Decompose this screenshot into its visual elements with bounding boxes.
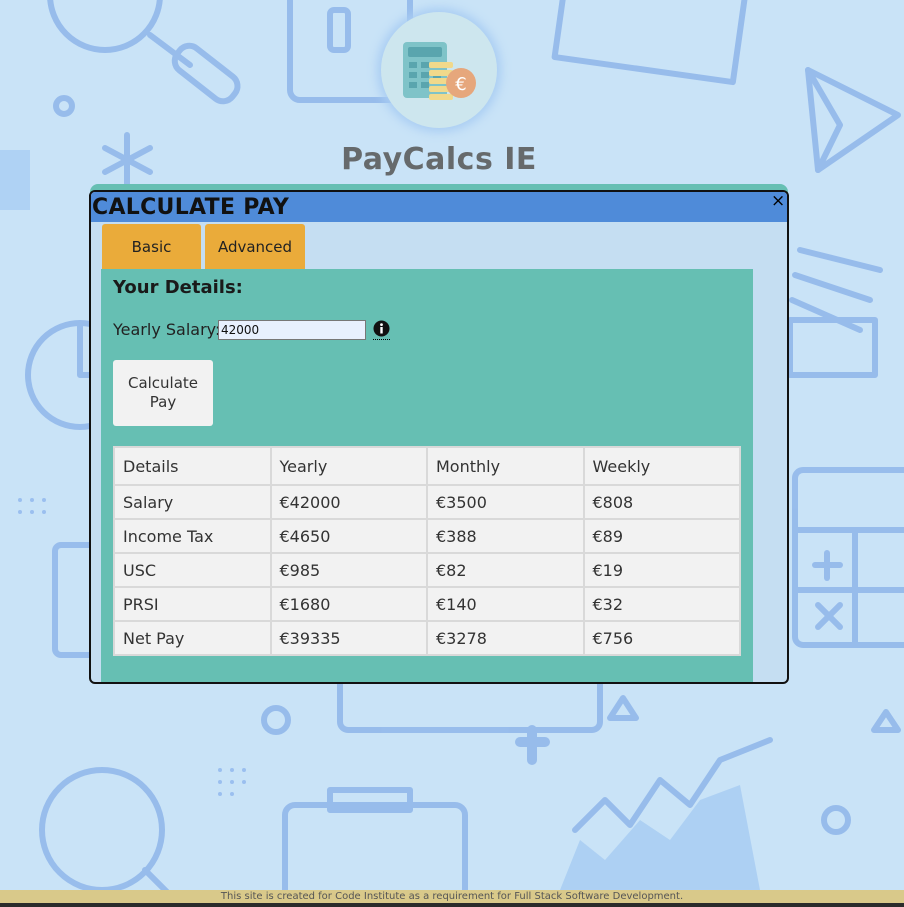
tab-basic[interactable]: Basic — [102, 224, 201, 270]
table-cell: PRSI — [113, 586, 272, 622]
table-cell: USC — [113, 552, 272, 588]
footer-edge — [0, 903, 904, 907]
table-cell: Income Tax — [113, 518, 272, 554]
table-cell: Net Pay — [113, 620, 272, 656]
table-header-row: Details Yearly Monthly Weekly — [113, 446, 741, 486]
modal-header: CALCULATE PAY × — [91, 192, 787, 222]
table-row: Salary €42000 €3500 €808 — [113, 484, 741, 520]
table-cell: €388 — [426, 518, 585, 554]
table-row: Income Tax €4650 €388 €89 — [113, 518, 741, 554]
table-cell: €808 — [582, 484, 741, 520]
table-cell: €42000 — [269, 484, 428, 520]
table-row: USC €985 €82 €19 — [113, 552, 741, 588]
site-title: PayCalcs IE — [341, 142, 537, 177]
info-circle-icon[interactable] — [373, 320, 390, 340]
site-logo: € — [381, 12, 497, 128]
svg-text:€: € — [455, 74, 466, 95]
calculate-button-line1: Calculate — [127, 374, 199, 392]
table-header-cell: Details — [113, 446, 272, 486]
table-cell: €1680 — [269, 586, 428, 622]
table-cell: €89 — [582, 518, 741, 554]
details-heading: Your Details: — [113, 277, 243, 298]
table-cell: €39335 — [269, 620, 428, 656]
table-header-cell: Yearly — [269, 446, 428, 486]
table-row: PRSI €1680 €140 €32 — [113, 586, 741, 622]
table-cell: Salary — [113, 484, 272, 520]
table-header-cell: Monthly — [426, 446, 585, 486]
table-cell: €4650 — [269, 518, 428, 554]
calculator-coins-euro-icon: € — [403, 42, 476, 100]
table-cell: €140 — [426, 586, 585, 622]
salary-input[interactable] — [218, 320, 366, 340]
table-cell: €3278 — [426, 620, 585, 656]
footer: This site is created for Code Institute … — [0, 890, 904, 903]
basic-panel: Your Details: Yearly Salary: Calculate P… — [101, 269, 753, 682]
tab-advanced[interactable]: Advanced — [205, 224, 305, 270]
calculate-pay-button[interactable]: Calculate Pay — [113, 360, 213, 426]
calculate-button-line2: Pay — [149, 393, 177, 411]
table-cell: €756 — [582, 620, 741, 656]
modal-title: CALCULATE PAY — [92, 195, 290, 220]
table-row: Net Pay €39335 €3278 €756 — [113, 620, 741, 656]
table-cell: €985 — [269, 552, 428, 588]
table-cell: €3500 — [426, 484, 585, 520]
salary-label: Yearly Salary: — [113, 320, 221, 339]
table-header-cell: Weekly — [582, 446, 741, 486]
table-cell: €32 — [582, 586, 741, 622]
results-table: Details Yearly Monthly Weekly Salary €42… — [113, 446, 741, 656]
close-button[interactable]: × — [771, 192, 785, 210]
table-cell: €19 — [582, 552, 741, 588]
calculate-pay-modal: CALCULATE PAY × Basic Advanced Your Deta… — [89, 190, 789, 684]
table-cell: €82 — [426, 552, 585, 588]
